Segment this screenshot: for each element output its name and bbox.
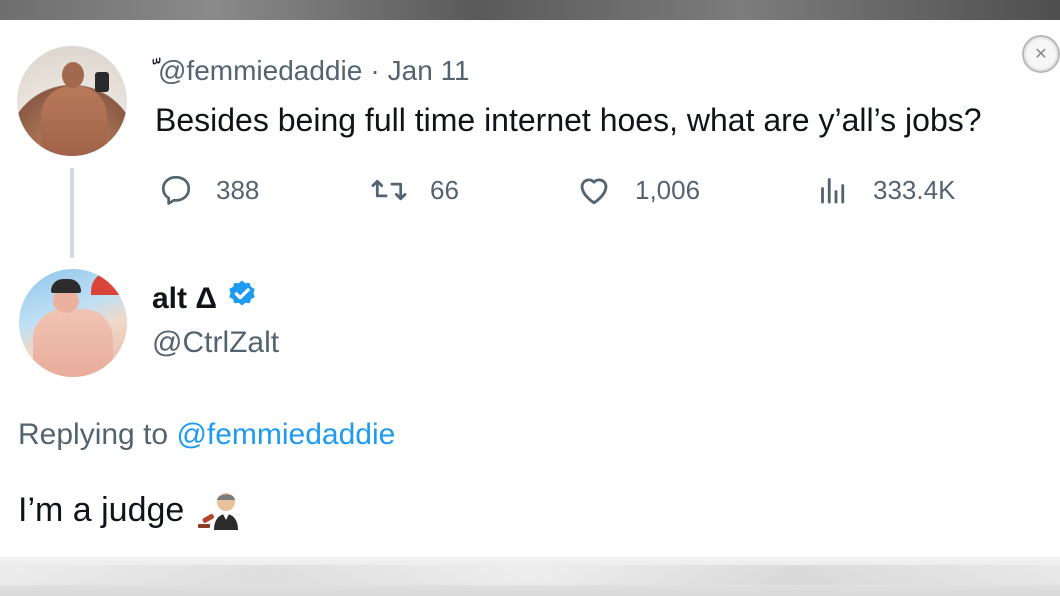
close-button[interactable]: ✕ [1022,35,1060,73]
avatar-ctrlzalt[interactable] [19,269,127,377]
thread-connector-line [70,168,74,258]
reply-icon [161,175,191,205]
replying-to-label: Replying to [18,418,169,451]
retweet-icon [371,179,407,201]
tweet2-display-name[interactable]: alt Δ [152,278,259,320]
user-handle[interactable]: @femmiedaddie [158,55,362,87]
verified-badge-icon [225,278,259,320]
display-name: alt Δ [152,282,217,315]
reply-count: 388 [216,174,260,205]
tweet-date[interactable]: Jan 11 [388,55,470,87]
retweet-count: 66 [430,174,459,205]
like-count: 1,006 [635,174,701,205]
replying-to-line: Replying to @femmiedaddie [18,418,395,452]
heart-icon [580,178,608,205]
judge-emoji-icon [196,490,248,530]
close-icon: ✕ [1034,46,1048,63]
avatar-femmiedaddie[interactable] [17,46,127,156]
video-frame-bottom [0,557,1060,596]
views-icon [821,178,845,204]
tweet2-text: I’m a judge [18,490,185,529]
replying-to-mention[interactable]: @femmiedaddie [176,418,395,451]
tweet1-header: ّ @femmiedaddie · Jan 11 [150,55,470,87]
retweet-button[interactable]: 66 [370,172,459,208]
tweet2-text-row: I’m a judge [18,490,248,530]
views-button[interactable]: 333.4K [815,172,955,208]
reply-button[interactable]: 388 [158,172,259,208]
tweet1-text: Besides being full time internet hoes, w… [155,102,982,138]
tweet2-handle[interactable]: @CtrlZalt [152,326,279,360]
separator-dot: · [370,55,380,86]
views-count: 333.4K [873,174,956,205]
video-frame-top [0,0,1060,20]
like-button[interactable]: 1,006 [575,172,700,208]
